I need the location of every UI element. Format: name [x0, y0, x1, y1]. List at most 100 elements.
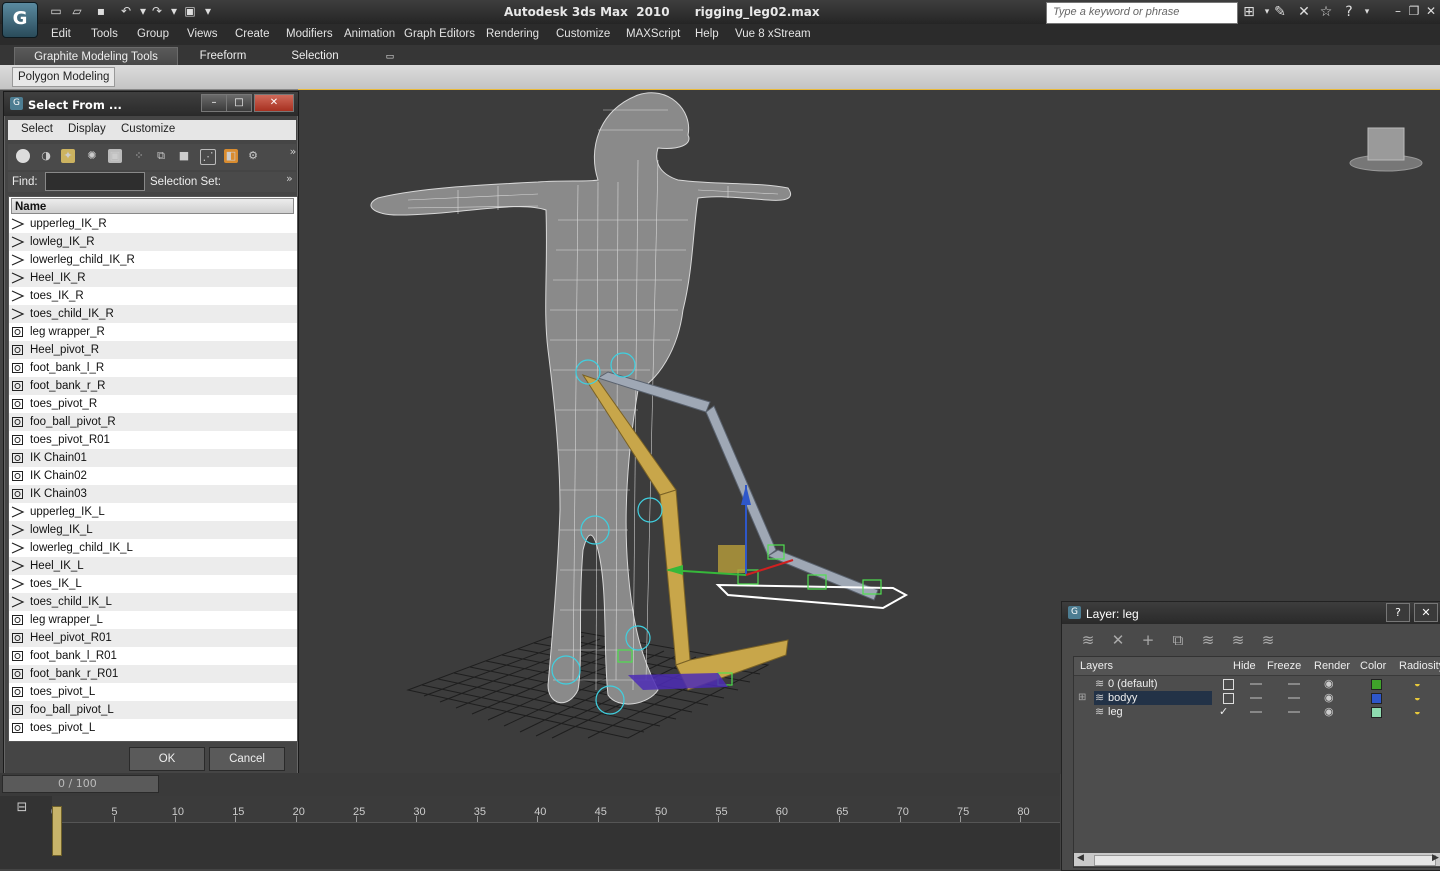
quick-access-dropdown-icon[interactable]: ▾	[200, 4, 216, 19]
groups-filter-icon[interactable]: ⧉	[154, 149, 168, 163]
hide-all-layers-icon[interactable]: ≋	[1228, 630, 1248, 650]
menu-animation[interactable]: Animation	[344, 28, 395, 40]
open-file-icon[interactable]: ▱	[69, 4, 85, 19]
menu-views[interactable]: Views	[187, 28, 217, 40]
expand-icon[interactable]: ⊞	[1078, 691, 1086, 705]
spacewarps-filter-icon[interactable]: ⁘	[132, 149, 146, 163]
layer-color-swatch[interactable]	[1371, 693, 1382, 704]
list-item[interactable]: IK Chain03	[9, 485, 297, 503]
time-slider[interactable]: 0 / 100	[2, 775, 159, 793]
transform-gizmo[interactable]	[666, 485, 794, 576]
render-teapot-icon[interactable]: ◉	[1324, 677, 1334, 691]
layer-name[interactable]: ≋ leg	[1094, 705, 1212, 719]
tab-freeform[interactable]: Freeform	[186, 47, 260, 65]
find-input[interactable]	[45, 172, 145, 191]
list-item[interactable]: toes_pivot_L	[9, 719, 297, 737]
list-item[interactable]: toes_IK_L	[9, 575, 297, 593]
list-item[interactable]: Heel_IK_L	[9, 557, 297, 575]
menu-maxscript[interactable]: MAXScript	[626, 28, 680, 40]
project-folder-icon[interactable]: ▣	[182, 4, 198, 19]
render-teapot-icon[interactable]: ◉	[1324, 691, 1334, 705]
layer-name[interactable]: ≋ 0 (default)	[1094, 677, 1212, 691]
list-item[interactable]: foo_ball_pivot_R	[9, 413, 297, 431]
freeze-toggle[interactable]	[1288, 683, 1300, 685]
list-item[interactable]: toes_IK_R	[9, 287, 297, 305]
list-item[interactable]: lowleg_IK_R	[9, 233, 297, 251]
redo-dropdown-icon[interactable]: ▾	[166, 4, 182, 19]
col-hide[interactable]: Hide	[1233, 660, 1256, 672]
render-teapot-icon[interactable]: ◉	[1324, 705, 1334, 719]
layer-help-button[interactable]: ?	[1386, 603, 1410, 622]
current-frame-marker[interactable]	[52, 806, 62, 856]
cancel-button[interactable]: Cancel	[209, 747, 285, 771]
list-item[interactable]: foot_bank_r_R01	[9, 665, 297, 683]
object-name-list[interactable]: Name upperleg_IK_R lowleg_IK_R lowerleg_ch…	[8, 196, 298, 742]
viewcube-icon[interactable]	[1349, 127, 1423, 172]
scroll-left-icon[interactable]: ◀	[1077, 853, 1084, 863]
selection-set-label[interactable]: Selection Set:	[150, 176, 221, 188]
tab-graphite-modeling-tools[interactable]: Graphite Modeling Tools	[14, 47, 178, 66]
add-to-layer-icon[interactable]: +	[1138, 630, 1158, 650]
layer-color-swatch[interactable]	[1371, 707, 1382, 718]
list-item[interactable]: Heel_IK_R	[9, 269, 297, 287]
binoculars-icon[interactable]: ⊞	[1240, 3, 1258, 21]
dialog-menu-select[interactable]: Select	[21, 123, 53, 135]
save-icon[interactable]: ▪	[93, 4, 109, 19]
menu-vue-xstream[interactable]: Vue 8 xStream	[735, 28, 811, 40]
list-item[interactable]: foot_bank_l_R01	[9, 647, 297, 665]
list-item[interactable]: toes_pivot_L	[9, 683, 297, 701]
new-file-icon[interactable]: ▭	[48, 4, 64, 19]
dialog-minimize-icon[interactable]: –	[201, 94, 227, 112]
list-item[interactable]: upperleg_IK_R	[9, 215, 297, 233]
hide-toggle[interactable]	[1250, 683, 1262, 685]
radiosity-teapot-icon[interactable]: ◒	[1414, 677, 1421, 691]
layer-name[interactable]: ≋ bodyy	[1094, 691, 1212, 705]
dialog-close-icon[interactable]: ✕	[254, 94, 294, 112]
highlight-selected-layer-icon[interactable]: ≋	[1198, 630, 1218, 650]
dialog-menu-display[interactable]: Display	[68, 123, 106, 135]
list-item[interactable]: Heel_pivot_R	[9, 341, 297, 359]
menu-rendering[interactable]: Rendering	[486, 28, 539, 40]
search-field[interactable]	[1046, 2, 1238, 24]
list-item[interactable]: IK Chain01	[9, 449, 297, 467]
menu-edit[interactable]: Edit	[51, 28, 71, 40]
search-input[interactable]	[1047, 3, 1237, 21]
list-item[interactable]: Heel_pivot_R01	[9, 629, 297, 647]
toolbar-overflow-icon[interactable]: »	[286, 145, 300, 159]
radiosity-teapot-icon[interactable]: ◒	[1414, 691, 1421, 705]
menu-help[interactable]: Help	[695, 28, 719, 40]
menu-create[interactable]: Create	[235, 28, 270, 40]
redo-icon[interactable]: ↷	[149, 4, 165, 19]
list-item[interactable]: leg wrapper_L	[9, 611, 297, 629]
freeze-all-layers-icon[interactable]: ≋	[1258, 630, 1278, 650]
list-item[interactable]: foot_bank_l_R	[9, 359, 297, 377]
select-objects-in-layer-icon[interactable]: ⧉	[1168, 630, 1188, 650]
menu-modifiers[interactable]: Modifiers	[286, 28, 333, 40]
create-layer-icon[interactable]: ≋	[1078, 630, 1098, 650]
layer-panel-title-bar[interactable]: G Layer: leg ? ✕	[1062, 602, 1440, 624]
polygon-modeling-panel[interactable]: Polygon Modeling	[12, 67, 116, 87]
radiosity-teapot-icon[interactable]: ◒	[1414, 705, 1421, 719]
tab-selection[interactable]: Selection	[276, 47, 354, 65]
current-layer-checkbox[interactable]	[1223, 693, 1234, 704]
layer-color-swatch[interactable]	[1371, 679, 1382, 690]
track-bar[interactable]: ⊟ 05101520253035404550556065707580	[0, 796, 1060, 869]
communication-center-icon[interactable]: ✕	[1295, 3, 1313, 21]
list-item[interactable]: lowleg_IK_L	[9, 521, 297, 539]
list-item[interactable]: toes_pivot_R01	[9, 431, 297, 449]
current-layer-checkbox[interactable]	[1223, 679, 1234, 690]
col-render[interactable]: Render	[1314, 660, 1350, 672]
restore-icon[interactable]: ❐	[1406, 3, 1422, 19]
list-item[interactable]: foo_ball_pivot_L	[9, 701, 297, 719]
list-item[interactable]: lowerleg_child_IK_L	[9, 539, 297, 557]
hide-toggle[interactable]	[1250, 711, 1262, 713]
help-dropdown-icon[interactable]: ▾	[1358, 3, 1376, 21]
dialog-title-bar[interactable]: G Select From ... – □ ✕	[4, 92, 298, 116]
current-layer-check-icon[interactable]: ✓	[1219, 705, 1228, 719]
menu-customize[interactable]: Customize	[556, 28, 610, 40]
name-column-header[interactable]: Name	[11, 198, 294, 214]
dialog-menu-customize[interactable]: Customize	[121, 123, 175, 135]
cameras-filter-icon[interactable]: ✺	[85, 149, 99, 163]
frame-ruler[interactable]: 05101520253035404550556065707580	[51, 796, 1060, 823]
minimize-icon[interactable]: –	[1390, 3, 1406, 19]
